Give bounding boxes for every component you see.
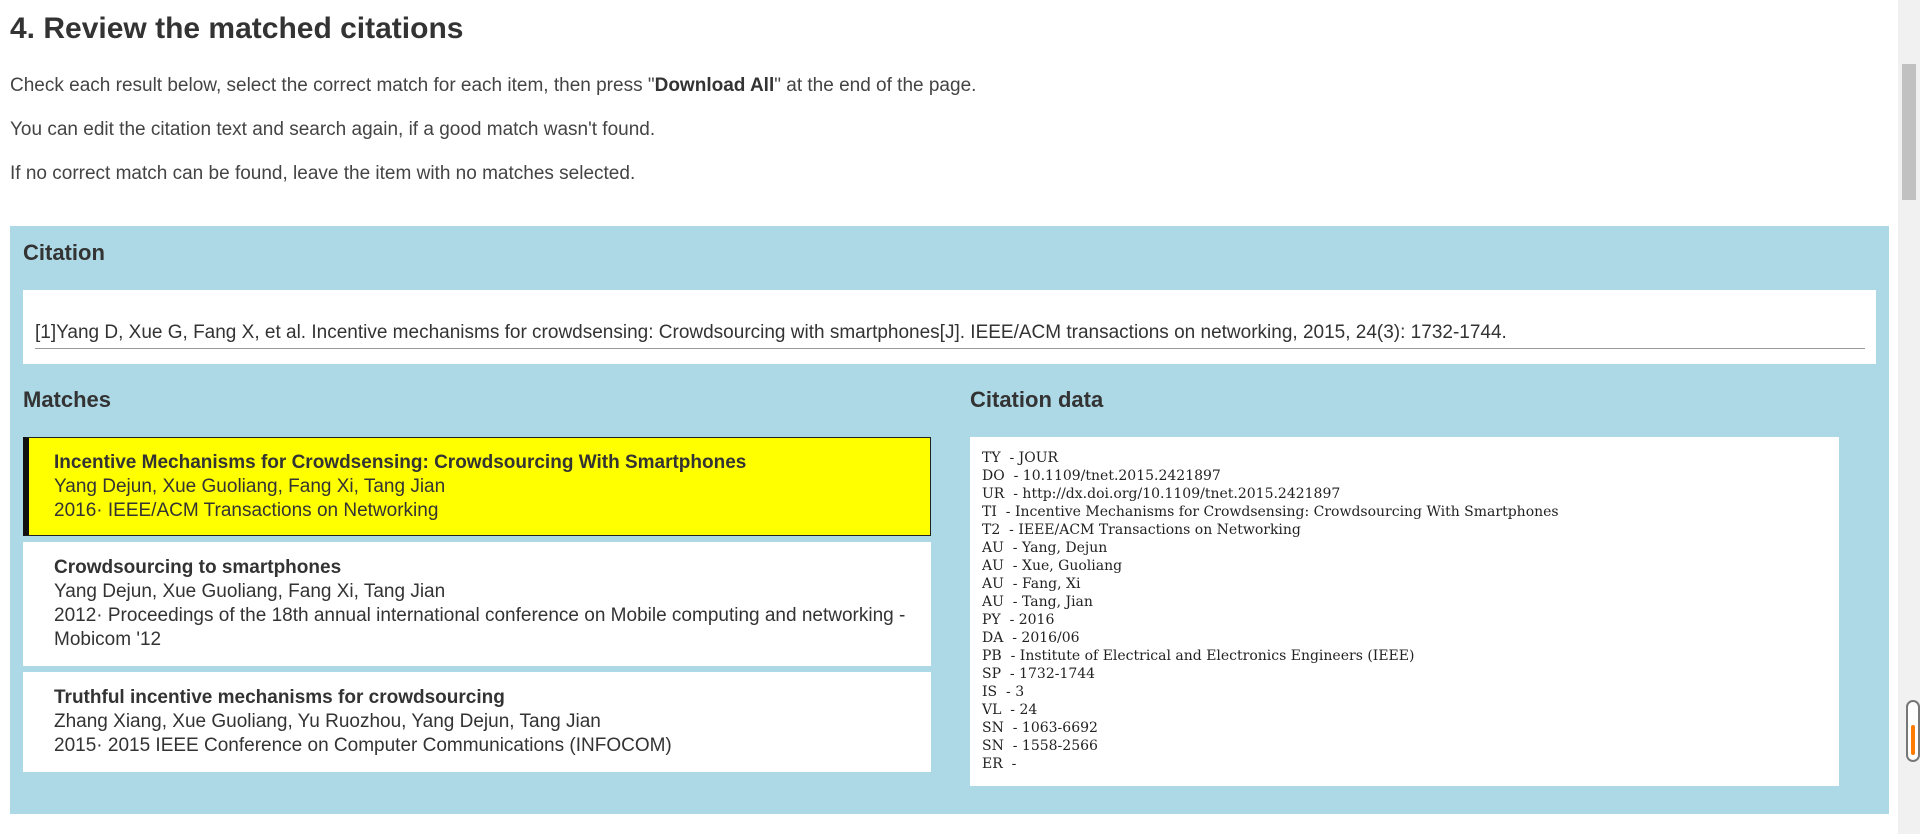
citation-panel: Citation [1]Yang D, Xue G, Fang X, et al… [10, 226, 1889, 814]
ris-line: SN - 1558-2566 [982, 738, 1098, 754]
ris-line: SP - 1732-1744 [982, 666, 1096, 682]
match-item[interactable]: Crowdsourcing to smartphones Yang Dejun,… [23, 542, 931, 666]
match-venue: 2012· Proceedings of the 18th annual int… [54, 605, 906, 650]
section-title: 4. Review the matched citations [10, 12, 464, 45]
match-authors: Yang Dejun, Xue Guoliang, Fang Xi, Tang … [54, 476, 446, 497]
instruction-line-2: You can edit the citation text and searc… [10, 119, 656, 140]
ris-line: PY - 2016 [982, 612, 1055, 628]
ris-line: AU - Xue, Guoliang [982, 558, 1123, 574]
match-authors: Zhang Xiang, Xue Guoliang, Yu Ruozhou, Y… [54, 711, 601, 732]
page-scrollbar[interactable] [1898, 0, 1920, 834]
citation-text-input[interactable]: [1]Yang D, Xue G, Fang X, et al. Incenti… [35, 322, 1865, 349]
citation-box: [1]Yang D, Xue G, Fang X, et al. Incenti… [23, 290, 1876, 364]
ris-line: IS - 3 [982, 684, 1025, 700]
ris-line: AU - Tang, Jian [982, 594, 1093, 610]
scroll-indicator-icon [1906, 700, 1920, 762]
matches-heading: Matches [23, 387, 112, 412]
ris-line: DO - 10.1109/tnet.2015.2421897 [982, 468, 1221, 484]
instruction-line-1: Check each result below, select the corr… [10, 75, 976, 97]
citation-data-heading: Citation data [970, 387, 1104, 412]
instruction-line-1-after: " at the end of the page. [774, 75, 977, 96]
scrollbar-thumb[interactable] [1902, 64, 1916, 200]
download-all-bold: Download All [654, 75, 775, 96]
ris-line: ER - [982, 756, 1017, 772]
match-venue: 2016· IEEE/ACM Transactions on Networkin… [54, 500, 439, 521]
citation-heading: Citation [23, 240, 105, 265]
match-venue: 2015· 2015 IEEE Conference on Computer C… [54, 735, 672, 756]
scroll-indicator-fill [1911, 725, 1915, 755]
ris-line: PB - Institute of Electrical and Electro… [982, 648, 1415, 664]
ris-line: TI - Incentive Mechanisms for Crowdsensi… [982, 504, 1559, 520]
ris-line: SN - 1063-6692 [982, 720, 1098, 736]
page: 4. Review the matched citations Check ea… [0, 0, 1898, 834]
instruction-line-1-before: Check each result below, select the corr… [10, 75, 655, 96]
ris-line: T2 - IEEE/ACM Transactions on Networking [982, 522, 1301, 538]
ris-line: VL - 24 [982, 702, 1038, 718]
match-title: Truthful incentive mechanisms for crowds… [54, 687, 505, 708]
match-title: Incentive Mechanisms for Crowdsensing: C… [54, 452, 747, 473]
ris-line: TY - JOUR [982, 450, 1059, 466]
instruction-line-3: If no correct match can be found, leave … [10, 163, 636, 184]
match-item[interactable]: Truthful incentive mechanisms for crowds… [23, 672, 931, 772]
match-item-selected[interactable]: Incentive Mechanisms for Crowdsensing: C… [23, 437, 931, 536]
ris-line: UR - http://dx.doi.org/10.1109/tnet.2015… [982, 486, 1341, 502]
ris-line: AU - Fang, Xi [982, 576, 1081, 592]
ris-line: AU - Yang, Dejun [982, 540, 1108, 556]
match-authors: Yang Dejun, Xue Guoliang, Fang Xi, Tang … [54, 581, 446, 602]
ris-line: DA - 2016/06 [982, 630, 1080, 646]
match-title: Crowdsourcing to smartphones [54, 557, 342, 578]
citation-data-box: TY - JOUR DO - 10.1109/tnet.2015.2421897… [970, 437, 1839, 786]
